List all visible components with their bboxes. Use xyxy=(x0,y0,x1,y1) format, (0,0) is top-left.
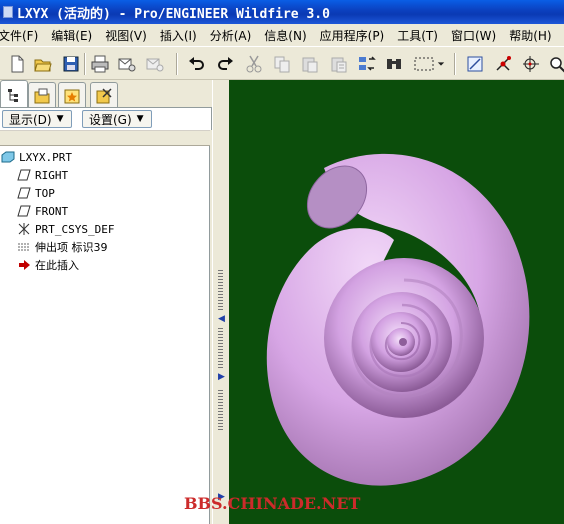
coordinate-icon[interactable] xyxy=(520,53,542,75)
redo-icon[interactable] xyxy=(214,53,236,75)
tab-folder-browser[interactable] xyxy=(28,82,56,108)
tree-item-top[interactable]: TOP xyxy=(16,184,55,202)
folder-browser-icon xyxy=(34,88,50,103)
display-dropdown[interactable]: 显示(D) ▼ xyxy=(2,110,72,128)
collapse-left-icon: ◀ xyxy=(218,314,225,324)
connections-icon xyxy=(96,87,112,103)
main-toolbar xyxy=(0,46,564,80)
tree-item-label: LXYX.PRT xyxy=(19,150,72,164)
splitter-grip xyxy=(218,328,223,368)
app-icon xyxy=(3,6,13,18)
toolbar-separator xyxy=(176,53,178,75)
new-file-icon[interactable] xyxy=(6,53,28,75)
cut-icon[interactable] xyxy=(243,53,265,75)
tree-item-csys[interactable]: PRT_CSYS_DEF xyxy=(16,220,114,238)
save-icon[interactable] xyxy=(60,53,82,75)
tree-item-label: 伸出项 标识39 xyxy=(35,241,108,254)
menu-view[interactable]: 视图(V) xyxy=(105,27,155,44)
protrusion-icon xyxy=(16,240,32,254)
expand-right-icon: ▶ xyxy=(218,372,225,382)
title-bar: LXYX (活动的) - Pro/ENGINEER Wildfire 3.0 xyxy=(0,0,564,24)
find-icon[interactable] xyxy=(383,53,405,75)
settings-dropdown-label: 设置(G) xyxy=(89,112,132,127)
shell-model-3d[interactable] xyxy=(229,80,564,524)
model-tree: LXYX.PRT RIGHT TOP FRONT PRT_CSYS_DEF 伸出… xyxy=(0,146,210,524)
shell-apex xyxy=(399,338,407,346)
insert-here-arrow-icon xyxy=(16,258,32,272)
toolbar-separator xyxy=(454,53,456,75)
open-folder-icon[interactable] xyxy=(32,53,54,75)
print-icon[interactable] xyxy=(89,53,111,75)
menu-file[interactable]: 文件(F) xyxy=(0,27,46,44)
chevron-down-icon: ▼ xyxy=(136,114,144,124)
menu-help[interactable]: 帮助(H) xyxy=(509,27,559,44)
chevron-down-icon: ▼ xyxy=(56,114,64,124)
toolbar-separator xyxy=(84,53,86,75)
datum-plane-icon xyxy=(16,186,32,200)
tab-model-tree[interactable] xyxy=(0,80,28,108)
zoom-icon[interactable] xyxy=(546,53,564,75)
tree-item-protrusion[interactable]: 伸出项 标识39 xyxy=(16,238,108,256)
tree-item-label: RIGHT xyxy=(35,168,69,182)
watermark: BBS.CHINADE.NET xyxy=(184,494,361,513)
select-dropdown-icon[interactable] xyxy=(436,53,446,75)
email-disabled-icon[interactable] xyxy=(144,53,166,75)
graphics-window[interactable] xyxy=(229,80,564,524)
tree-item-label: PRT_CSYS_DEF xyxy=(35,222,115,236)
datum-plane-icon xyxy=(16,168,32,182)
menu-edit[interactable]: 编辑(E) xyxy=(51,27,100,44)
datum-point-icon[interactable] xyxy=(492,53,514,75)
model-tree-icon xyxy=(8,88,18,102)
menu-window[interactable]: 窗口(W) xyxy=(451,27,504,44)
panel-splitter[interactable]: ◀ ▶ ▶ xyxy=(212,80,229,524)
datum-plane-icon xyxy=(16,204,32,218)
paste-special-icon[interactable] xyxy=(328,53,350,75)
display-dropdown-label: 显示(D) xyxy=(9,112,52,127)
undo-icon[interactable] xyxy=(186,53,208,75)
splitter-grip xyxy=(218,390,223,430)
menu-bar: 文件(F) 编辑(E) 视图(V) 插入(I) 分析(A) 信息(N) 应用程序… xyxy=(0,24,564,46)
settings-dropdown[interactable]: 设置(G) ▼ xyxy=(82,110,152,128)
select-box-icon[interactable] xyxy=(411,53,437,75)
csys-icon xyxy=(16,222,32,236)
tree-item-right[interactable]: RIGHT xyxy=(16,166,68,184)
regenerate-icon[interactable] xyxy=(356,53,378,75)
window-title: LXYX (活动的) - Pro/ENGINEER Wildfire 3.0 xyxy=(17,6,330,22)
menu-applications[interactable]: 应用程序(P) xyxy=(320,27,393,44)
menu-analysis[interactable]: 分析(A) xyxy=(210,27,260,44)
copy-icon[interactable] xyxy=(271,53,293,75)
email-icon[interactable] xyxy=(116,53,138,75)
tree-item-label: FRONT xyxy=(35,204,69,218)
paste-icon[interactable] xyxy=(299,53,321,75)
tree-controls: 显示(D) ▼ 设置(G) ▼ xyxy=(0,108,212,130)
tree-item-insert-here[interactable]: 在此插入 xyxy=(16,256,79,274)
tree-item-label: TOP xyxy=(35,186,55,200)
tab-favorites[interactable] xyxy=(58,82,86,108)
navigator-tabs xyxy=(0,80,212,108)
menu-tools[interactable]: 工具(T) xyxy=(397,27,446,44)
tree-column-header xyxy=(0,130,210,146)
sketch-icon[interactable] xyxy=(464,53,486,75)
navigator-panel: 显示(D) ▼ 设置(G) ▼ LXYX.PRT RIGHT TOP FRONT… xyxy=(0,80,212,524)
tree-item-label: 在此插入 xyxy=(35,259,79,272)
splitter-grip xyxy=(218,270,223,310)
favorites-icon xyxy=(64,89,80,103)
tree-item-part[interactable]: LXYX.PRT xyxy=(0,148,72,166)
menu-info[interactable]: 信息(N) xyxy=(264,27,314,44)
part-icon xyxy=(0,150,16,164)
menu-insert[interactable]: 插入(I) xyxy=(160,27,205,44)
tree-item-front[interactable]: FRONT xyxy=(16,202,68,220)
tab-connections[interactable] xyxy=(90,82,118,108)
